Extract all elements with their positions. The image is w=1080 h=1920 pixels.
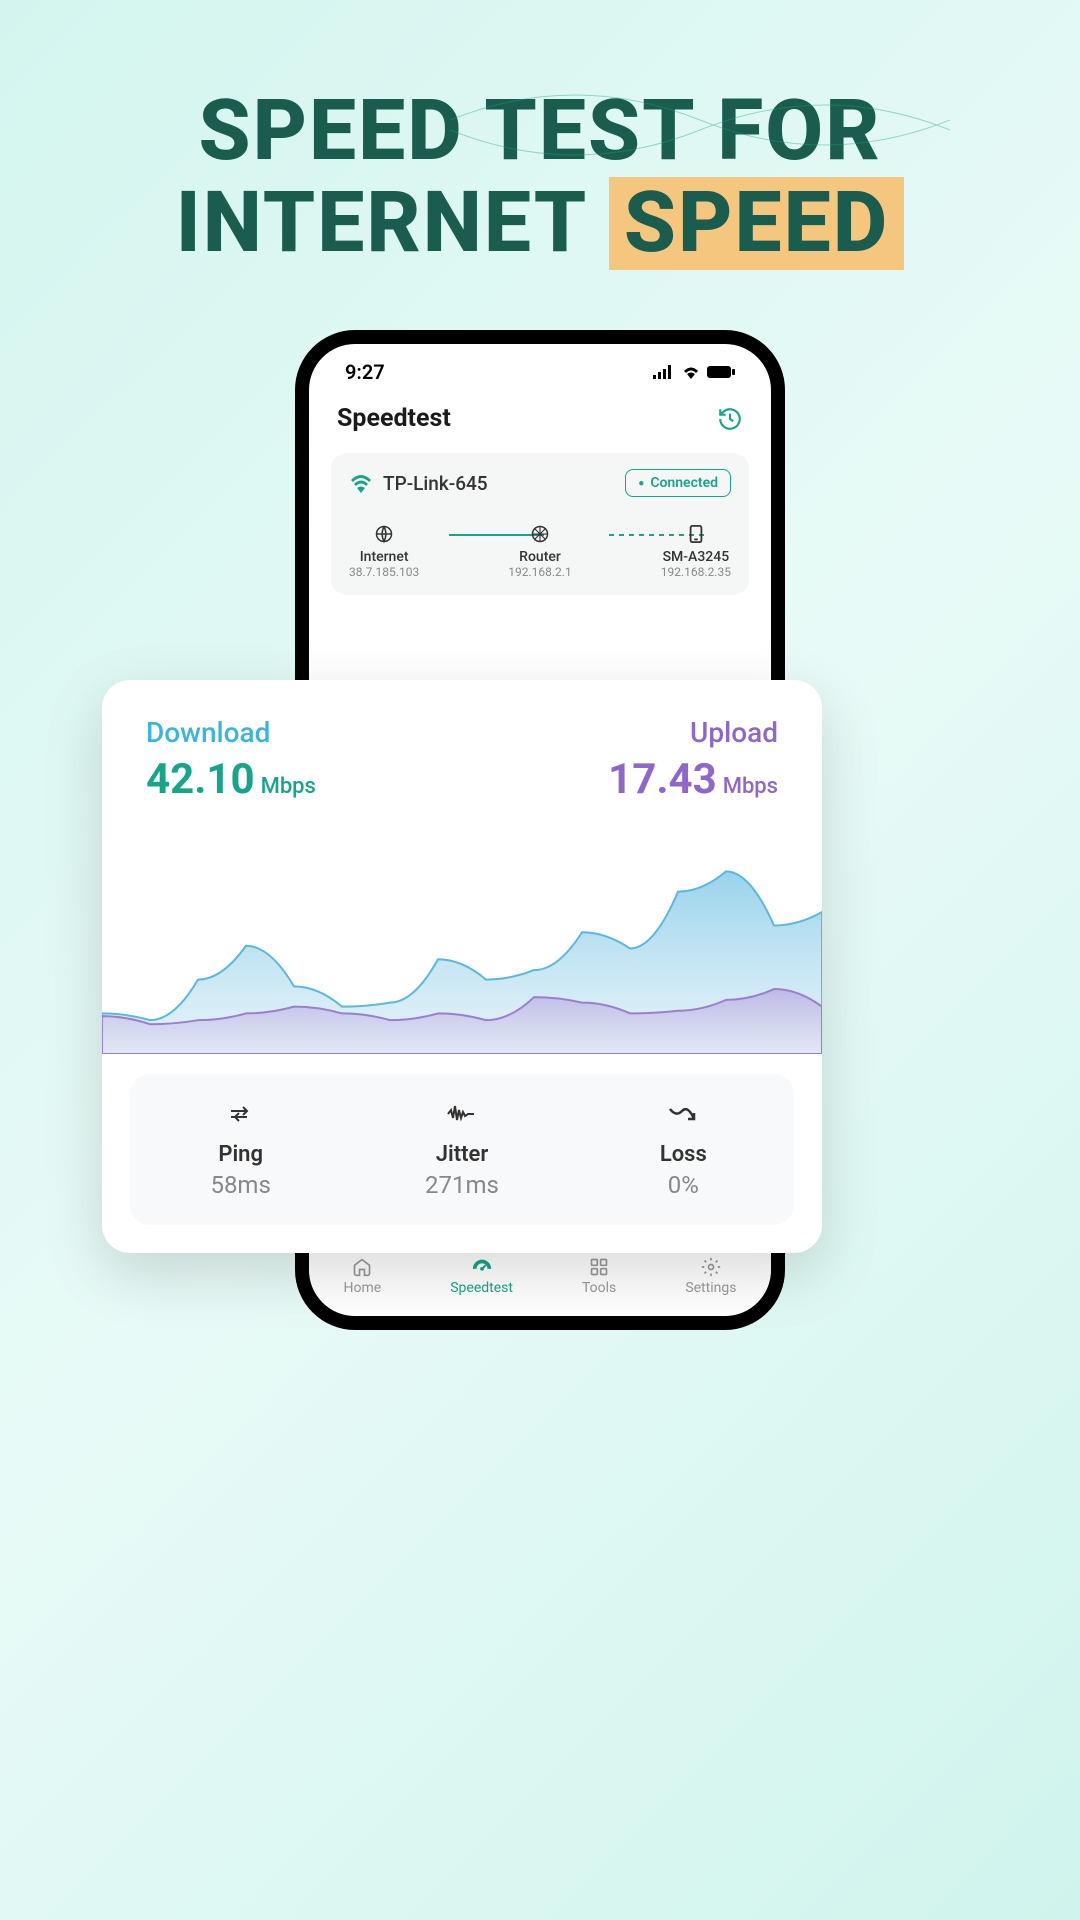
- network-row: TP-Link-645 Connected: [349, 469, 731, 511]
- battery-icon: [707, 365, 735, 379]
- bottom-nav: Home Speedtest Tools Settings: [309, 1247, 771, 1316]
- wifi-icon: [681, 365, 701, 379]
- path-node-internet: Internet 38.7.185.103: [349, 525, 419, 579]
- speed-row: Download 42.10Mbps Upload 17.43Mbps: [102, 716, 822, 814]
- path-row: Internet 38.7.185.103 Router 192.168.2.1…: [349, 511, 731, 579]
- metrics-row: Ping 58ms Jitter 271ms Loss 0%: [130, 1074, 794, 1225]
- download-section: Download 42.10Mbps: [146, 716, 316, 804]
- speed-results-card: Download 42.10Mbps Upload 17.43Mbps: [102, 680, 822, 1253]
- grid-icon: [589, 1256, 609, 1278]
- app-title: Speedtest: [337, 404, 451, 433]
- globe-icon: [375, 525, 393, 543]
- jitter-icon: [351, 1100, 572, 1128]
- phone-device-icon: [689, 525, 703, 543]
- router-icon: [531, 525, 549, 543]
- decorative-wave: [450, 60, 950, 180]
- upload-value: 17.43Mbps: [608, 755, 778, 804]
- nav-home[interactable]: Home: [344, 1256, 382, 1296]
- upload-label: Upload: [608, 716, 778, 749]
- history-icon[interactable]: [717, 406, 743, 432]
- connection-card: TP-Link-645 Connected Internet 38.7.185.…: [331, 453, 749, 595]
- speed-chart: [102, 824, 822, 1054]
- download-label: Download: [146, 716, 316, 749]
- nav-tools[interactable]: Tools: [582, 1256, 616, 1296]
- path-node-router: Router 192.168.2.1: [508, 525, 571, 579]
- hero-highlight: SPEED: [609, 177, 904, 269]
- upload-section: Upload 17.43Mbps: [608, 716, 778, 804]
- gear-icon: [701, 1256, 721, 1278]
- network-name: TP-Link-645: [383, 472, 488, 495]
- loss-icon: [573, 1100, 794, 1128]
- metric-loss: Loss 0%: [573, 1100, 794, 1199]
- ping-icon: [130, 1100, 351, 1128]
- gauge-icon: [471, 1256, 493, 1278]
- download-value: 42.10Mbps: [146, 755, 316, 804]
- app-header: Speedtest: [309, 392, 771, 449]
- path-node-device: SM-A3245 192.168.2.35: [661, 525, 731, 579]
- metric-ping: Ping 58ms: [130, 1100, 351, 1199]
- connected-badge: Connected: [625, 469, 731, 497]
- signal-icon: [653, 365, 675, 379]
- status-icons: [653, 365, 735, 379]
- hero-line2-prefix: INTERNET: [176, 173, 609, 272]
- nav-settings[interactable]: Settings: [685, 1256, 736, 1296]
- wifi-network-icon: [349, 473, 373, 493]
- status-time: 9:27: [345, 360, 385, 384]
- metric-jitter: Jitter 271ms: [351, 1100, 572, 1199]
- status-bar: 9:27: [309, 344, 771, 392]
- nav-speedtest[interactable]: Speedtest: [450, 1256, 513, 1296]
- home-icon: [352, 1256, 372, 1278]
